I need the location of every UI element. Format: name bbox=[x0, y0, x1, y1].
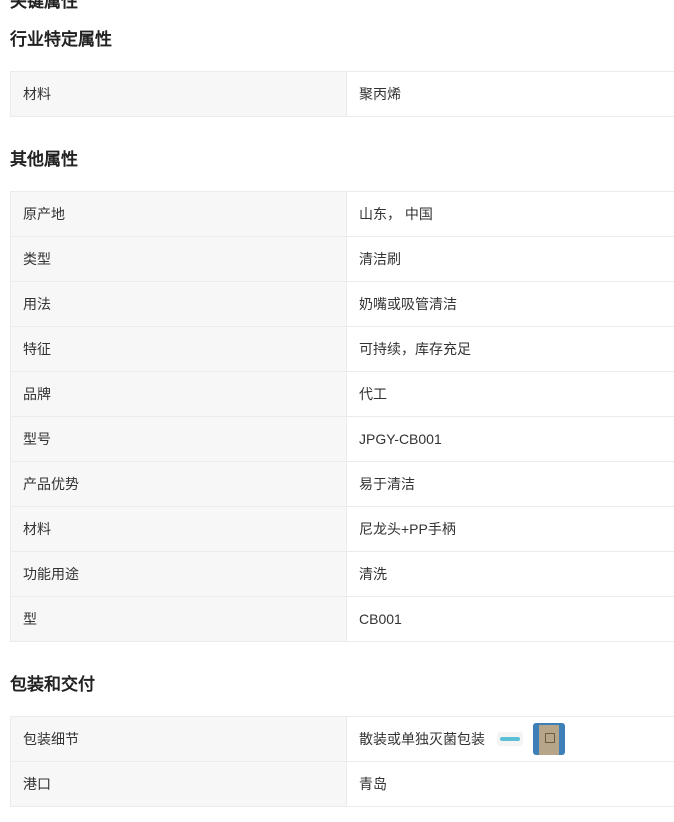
attr-key: 型 bbox=[10, 596, 347, 642]
table-row: 材料 尼龙头+PP手柄 bbox=[10, 506, 674, 552]
attr-value: CB001 bbox=[346, 596, 674, 642]
table-row: 型 CB001 bbox=[10, 596, 674, 642]
attr-value: 可持续，库存充足 bbox=[346, 326, 674, 372]
attr-value: 易于清洁 bbox=[346, 461, 674, 507]
table-row: 类型 清洁刷 bbox=[10, 236, 674, 282]
attr-value: 清洁刷 bbox=[346, 236, 674, 282]
table-row: 用法 奶嘴或吸管清洁 bbox=[10, 281, 674, 327]
table-row: 产品优势 易于清洁 bbox=[10, 461, 674, 507]
attr-key: 材料 bbox=[10, 71, 347, 117]
section-title-other: 其他属性 bbox=[10, 150, 78, 169]
attr-key: 产品优势 bbox=[10, 461, 347, 507]
package-thumbnail-image[interactable] bbox=[533, 723, 565, 755]
attr-value: 山东， 中国 bbox=[346, 191, 674, 237]
table-row: 功能用途 清洗 bbox=[10, 551, 674, 597]
attr-value: 尼龙头+PP手柄 bbox=[346, 506, 674, 552]
attr-key: 原产地 bbox=[10, 191, 347, 237]
cut-off-heading: 关键属性 bbox=[10, 0, 78, 11]
table-row: 型号 JPGY-CB001 bbox=[10, 416, 674, 462]
attr-key: 功能用途 bbox=[10, 551, 347, 597]
packaging-attributes-table: 包装细节 散装或单独灭菌包装 港口 青岛 bbox=[10, 716, 674, 807]
attr-key: 用法 bbox=[10, 281, 347, 327]
attr-key: 特征 bbox=[10, 326, 347, 372]
attr-key: 包装细节 bbox=[10, 716, 347, 762]
industry-attributes-table: 材料 聚丙烯 bbox=[10, 71, 674, 117]
attr-value: 奶嘴或吸管清洁 bbox=[346, 281, 674, 327]
table-row: 材料 聚丙烯 bbox=[10, 71, 674, 117]
table-row: 品牌 代工 bbox=[10, 371, 674, 417]
attr-value: JPGY-CB001 bbox=[346, 416, 674, 462]
attr-key: 材料 bbox=[10, 506, 347, 552]
section-title-packaging: 包装和交付 bbox=[10, 675, 95, 694]
attr-value: 代工 bbox=[346, 371, 674, 417]
attr-key: 品牌 bbox=[10, 371, 347, 417]
attr-value-with-images: 散装或单独灭菌包装 bbox=[346, 716, 674, 762]
attr-key: 港口 bbox=[10, 761, 347, 807]
attr-value: 散装或单独灭菌包装 bbox=[359, 731, 485, 747]
attr-key: 型号 bbox=[10, 416, 347, 462]
package-thumbnail-image[interactable] bbox=[497, 732, 523, 746]
other-attributes-table: 原产地 山东， 中国 类型 清洁刷 用法 奶嘴或吸管清洁 特征 可持续，库存充足… bbox=[10, 191, 674, 642]
attr-key: 类型 bbox=[10, 236, 347, 282]
table-row: 特征 可持续，库存充足 bbox=[10, 326, 674, 372]
section-title-industry: 行业特定属性 bbox=[10, 30, 112, 49]
attr-value: 青岛 bbox=[346, 761, 674, 807]
table-row: 包装细节 散装或单独灭菌包装 bbox=[10, 716, 674, 762]
table-row: 原产地 山东， 中国 bbox=[10, 191, 674, 237]
table-row: 港口 青岛 bbox=[10, 761, 674, 807]
attr-value: 聚丙烯 bbox=[346, 71, 674, 117]
attr-value: 清洗 bbox=[346, 551, 674, 597]
